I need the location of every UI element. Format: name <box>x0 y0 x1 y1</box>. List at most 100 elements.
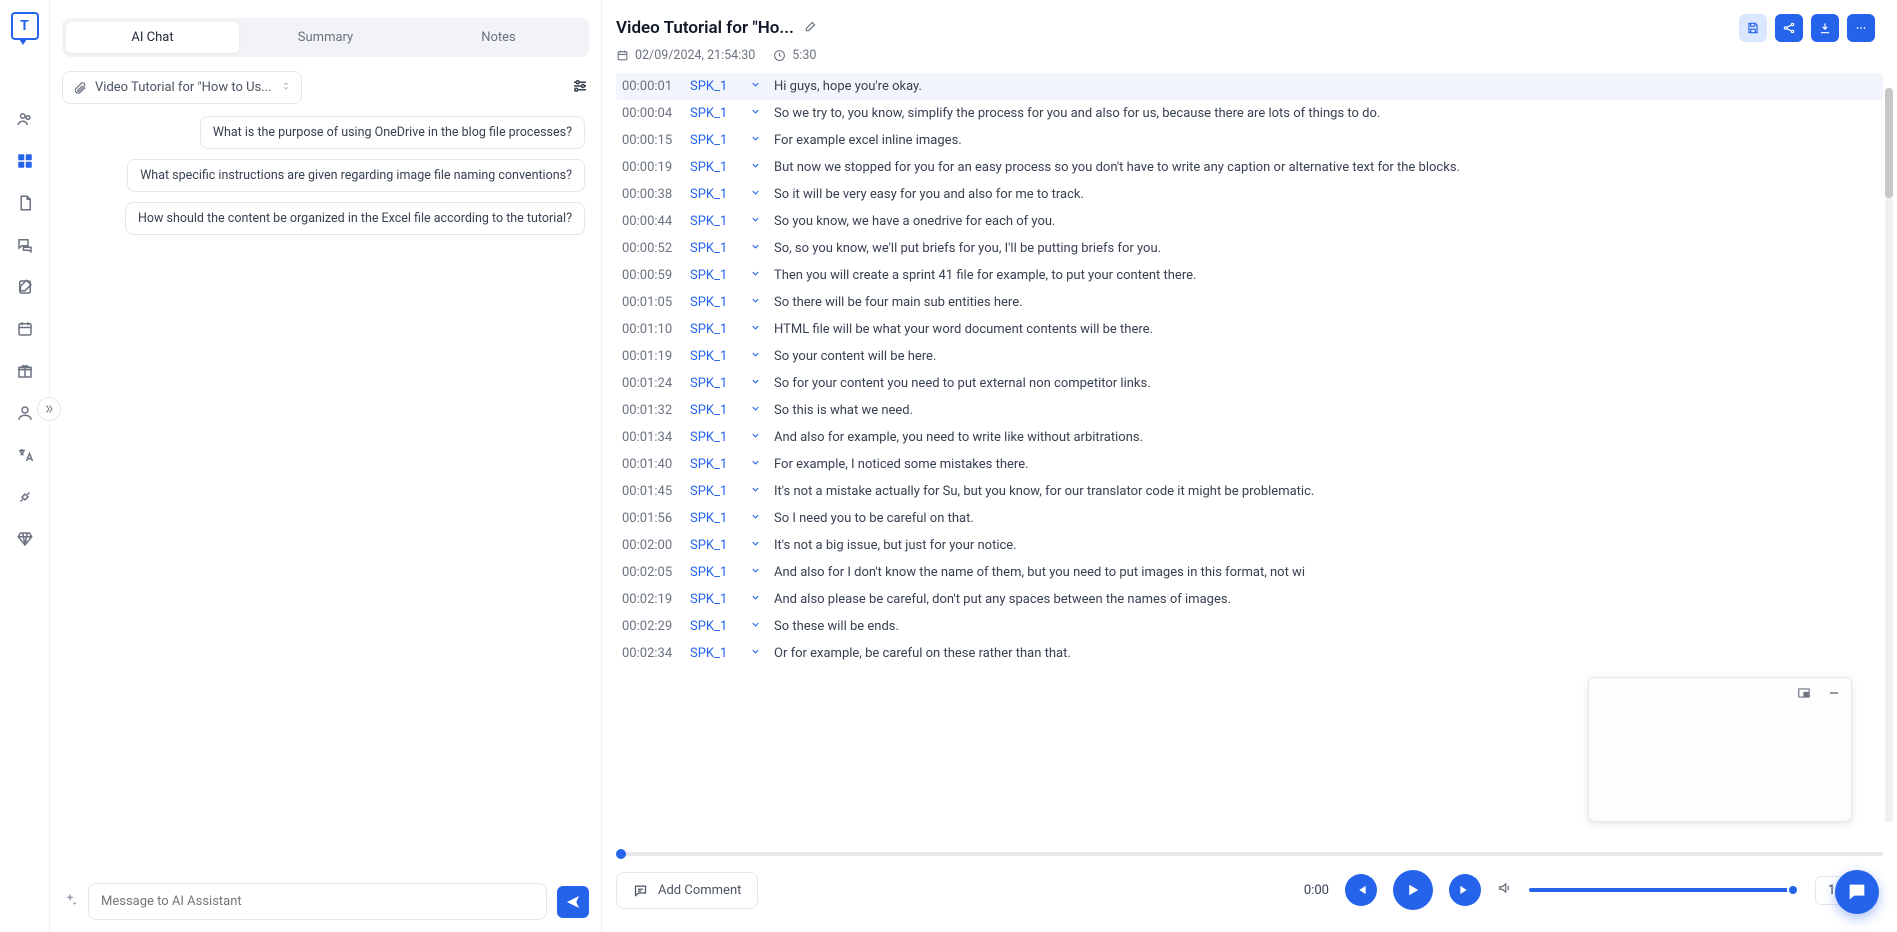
transcript-row[interactable]: 00:02:34SPK_1Or for example, be careful … <box>616 640 1883 667</box>
people-icon[interactable] <box>14 108 36 130</box>
transcript-row[interactable]: 00:01:19SPK_1So your content will be her… <box>616 343 1883 370</box>
video-thumbnail[interactable] <box>1588 677 1852 822</box>
chevron-down-icon[interactable] <box>750 430 764 445</box>
transcript-row[interactable]: 00:00:52SPK_1So, so you know, we'll put … <box>616 235 1883 262</box>
speaker-label[interactable]: SPK_1 <box>690 106 740 121</box>
chevron-down-icon[interactable] <box>750 592 764 607</box>
user-icon[interactable] <box>14 402 36 424</box>
volume-icon[interactable] <box>1497 880 1513 900</box>
transcript-row[interactable]: 00:01:10SPK_1HTML file will be what your… <box>616 316 1883 343</box>
chevron-down-icon[interactable] <box>750 565 764 580</box>
send-button[interactable] <box>557 886 589 918</box>
transcript-row[interactable]: 00:01:40SPK_1For example, I noticed some… <box>616 451 1883 478</box>
support-chat-button[interactable] <box>1835 870 1879 914</box>
chevron-down-icon[interactable] <box>750 241 764 256</box>
app-logo[interactable]: T <box>11 12 39 40</box>
transcript-row[interactable]: 00:02:19SPK_1And also please be careful,… <box>616 586 1883 613</box>
volume-handle[interactable] <box>1787 884 1799 896</box>
speaker-label[interactable]: SPK_1 <box>690 295 740 310</box>
speaker-label[interactable]: SPK_1 <box>690 160 740 175</box>
tab-ai-chat[interactable]: AI Chat <box>66 22 239 53</box>
transcript-row[interactable]: 00:01:05SPK_1So there will be four main … <box>616 289 1883 316</box>
dashboard-icon[interactable] <box>14 150 36 172</box>
chevron-down-icon[interactable] <box>750 403 764 418</box>
transcript-row[interactable]: 00:00:59SPK_1Then you will create a spri… <box>616 262 1883 289</box>
speaker-label[interactable]: SPK_1 <box>690 619 740 634</box>
chevron-down-icon[interactable] <box>750 160 764 175</box>
tab-summary[interactable]: Summary <box>239 22 412 53</box>
transcript-row[interactable]: 00:02:05SPK_1And also for I don't know t… <box>616 559 1883 586</box>
speaker-label[interactable]: SPK_1 <box>690 241 740 256</box>
transcript-row[interactable]: 00:00:44SPK_1So you know, we have a oned… <box>616 208 1883 235</box>
chevron-down-icon[interactable] <box>750 646 764 661</box>
download-button[interactable] <box>1811 14 1839 42</box>
message-input[interactable] <box>88 883 547 920</box>
chevron-down-icon[interactable] <box>750 538 764 553</box>
edit-note-icon[interactable] <box>14 276 36 298</box>
chevron-down-icon[interactable] <box>750 268 764 283</box>
speaker-label[interactable]: SPK_1 <box>690 430 740 445</box>
transcript-row[interactable]: 00:00:15SPK_1For example excel inline im… <box>616 127 1883 154</box>
speaker-label[interactable]: SPK_1 <box>690 322 740 337</box>
diamond-icon[interactable] <box>14 528 36 550</box>
minimize-button[interactable] <box>1823 684 1845 706</box>
progress-bar[interactable] <box>616 852 1883 856</box>
chevron-down-icon[interactable] <box>750 133 764 148</box>
speaker-label[interactable]: SPK_1 <box>690 376 740 391</box>
speaker-label[interactable]: SPK_1 <box>690 187 740 202</box>
transcript-row[interactable]: 00:02:00SPK_1It's not a big issue, but j… <box>616 532 1883 559</box>
speaker-label[interactable]: SPK_1 <box>690 133 740 148</box>
speaker-label[interactable]: SPK_1 <box>690 214 740 229</box>
previous-button[interactable] <box>1345 874 1377 906</box>
chevron-down-icon[interactable] <box>750 79 764 94</box>
scrollbar-rail[interactable] <box>1885 88 1893 822</box>
add-comment-button[interactable]: Add Comment <box>616 872 758 909</box>
scrollbar-thumb[interactable] <box>1885 88 1893 198</box>
document-icon[interactable] <box>14 192 36 214</box>
share-button[interactable] <box>1775 14 1803 42</box>
play-button[interactable] <box>1393 870 1433 910</box>
file-selector[interactable]: Video Tutorial for "How to Us... <box>62 71 302 104</box>
transcript-row[interactable]: 00:01:32SPK_1So this is what we need. <box>616 397 1883 424</box>
plug-icon[interactable] <box>14 486 36 508</box>
transcript-row[interactable]: 00:00:01SPK_1Hi guys, hope you're okay. <box>616 73 1883 100</box>
suggestion-item[interactable]: What is the purpose of using OneDrive in… <box>200 116 585 149</box>
pip-button[interactable] <box>1793 684 1815 706</box>
chevron-down-icon[interactable] <box>750 511 764 526</box>
chevron-down-icon[interactable] <box>750 214 764 229</box>
transcript-row[interactable]: 00:01:56SPK_1So I need you to be careful… <box>616 505 1883 532</box>
speaker-label[interactable]: SPK_1 <box>690 511 740 526</box>
speaker-label[interactable]: SPK_1 <box>690 484 740 499</box>
transcript-row[interactable]: 00:01:34SPK_1And also for example, you n… <box>616 424 1883 451</box>
speaker-label[interactable]: SPK_1 <box>690 457 740 472</box>
chevron-down-icon[interactable] <box>750 106 764 121</box>
transcript-row[interactable]: 00:01:24SPK_1So for your content you nee… <box>616 370 1883 397</box>
calendar-icon[interactable] <box>14 318 36 340</box>
chevron-down-icon[interactable] <box>750 484 764 499</box>
speaker-label[interactable]: SPK_1 <box>690 565 740 580</box>
more-button[interactable] <box>1847 14 1875 42</box>
speaker-label[interactable]: SPK_1 <box>690 79 740 94</box>
comments-icon[interactable] <box>14 234 36 256</box>
speaker-label[interactable]: SPK_1 <box>690 538 740 553</box>
chevron-down-icon[interactable] <box>750 376 764 391</box>
transcript-row[interactable]: 00:00:19SPK_1But now we stopped for you … <box>616 154 1883 181</box>
suggestion-item[interactable]: How should the content be organized in t… <box>125 202 585 235</box>
speaker-label[interactable]: SPK_1 <box>690 592 740 607</box>
save-button[interactable] <box>1739 14 1767 42</box>
chevron-down-icon[interactable] <box>750 619 764 634</box>
chevron-down-icon[interactable] <box>750 349 764 364</box>
speaker-label[interactable]: SPK_1 <box>690 268 740 283</box>
next-button[interactable] <box>1449 874 1481 906</box>
suggestion-item[interactable]: What specific instructions are given reg… <box>127 159 585 192</box>
volume-bar[interactable] <box>1529 888 1799 892</box>
progress-handle[interactable] <box>616 849 626 859</box>
transcript-row[interactable]: 00:00:04SPK_1So we try to, you know, sim… <box>616 100 1883 127</box>
chevron-down-icon[interactable] <box>750 457 764 472</box>
expand-sidebar-button[interactable] <box>37 397 61 421</box>
transcript-row[interactable]: 00:01:45SPK_1It's not a mistake actually… <box>616 478 1883 505</box>
gift-icon[interactable] <box>14 360 36 382</box>
speaker-label[interactable]: SPK_1 <box>690 403 740 418</box>
filter-settings-button[interactable] <box>571 77 589 99</box>
chevron-down-icon[interactable] <box>750 295 764 310</box>
